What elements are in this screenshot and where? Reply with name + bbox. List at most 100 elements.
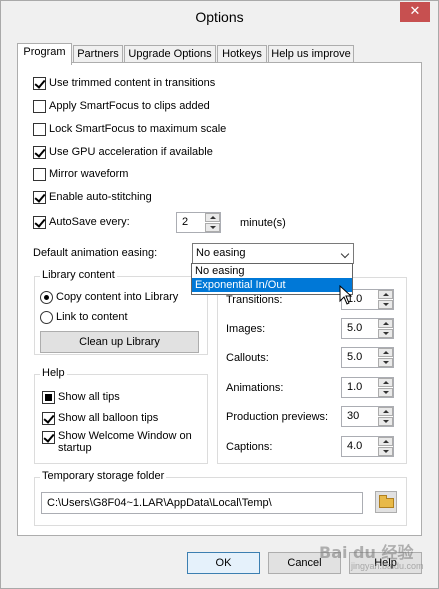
duration-stepper-buttons bbox=[378, 378, 393, 397]
close-button[interactable]: ✕ bbox=[400, 2, 430, 22]
lock-smartfocus-option[interactable]: Lock SmartFocus to maximum scale bbox=[33, 121, 226, 137]
lock-smartfocus-label: Lock SmartFocus to maximum scale bbox=[49, 123, 227, 135]
mirror-waveform-checkbox[interactable] bbox=[33, 167, 46, 181]
down-arrow-icon[interactable] bbox=[378, 300, 393, 309]
show-all-tips-checkbox[interactable] bbox=[42, 390, 55, 404]
lock-smartfocus-checkbox[interactable] bbox=[33, 122, 46, 136]
auto-stitching-checkbox[interactable] bbox=[33, 190, 46, 204]
show-balloon-tips-label: Show all balloon tips bbox=[58, 412, 159, 424]
duration-stepper-buttons bbox=[378, 319, 393, 338]
show-welcome-label-line2: startup bbox=[58, 442, 92, 454]
easing-select[interactable]: No easing bbox=[192, 243, 354, 264]
up-arrow-icon[interactable] bbox=[378, 290, 393, 299]
autosave-down-arrow-icon[interactable] bbox=[205, 223, 220, 232]
clean-up-library-button[interactable]: Clean up Library bbox=[40, 331, 199, 353]
link-content-option[interactable]: Link to content bbox=[40, 309, 128, 325]
use-trimmed-label: Use trimmed content in transitions bbox=[49, 77, 216, 89]
copy-content-option[interactable]: Copy content into Library bbox=[40, 289, 178, 305]
duration-stepper-callouts[interactable]: 5.0 bbox=[341, 347, 394, 368]
duration-stepper-captions[interactable]: 4.0 bbox=[341, 436, 394, 457]
show-all-tips-option[interactable]: Show all tips bbox=[42, 389, 120, 405]
link-content-radio[interactable] bbox=[40, 310, 53, 324]
autosave-stepper[interactable]: 2 bbox=[176, 212, 221, 233]
program-tab-panel: Use trimmed content in transitions Apply… bbox=[17, 62, 422, 536]
help-group: Help Show all tips Show all balloon tips… bbox=[34, 367, 208, 464]
duration-value-production-previews: 30 bbox=[347, 410, 360, 422]
up-arrow-icon[interactable] bbox=[378, 378, 393, 387]
auto-stitching-option[interactable]: Enable auto-stitching bbox=[33, 189, 152, 205]
gpu-label: Use GPU acceleration if available bbox=[49, 146, 213, 158]
help-group-title: Help bbox=[40, 367, 67, 379]
easing-label: Default animation easing: bbox=[33, 247, 158, 259]
duration-label-captions: Captions: bbox=[226, 441, 273, 453]
down-arrow-icon[interactable] bbox=[378, 329, 393, 338]
autosave-checkbox[interactable] bbox=[33, 215, 46, 229]
autosave-unit: minute(s) bbox=[240, 217, 286, 229]
show-welcome-label-line1: Show Welcome Window on bbox=[58, 430, 192, 442]
watermark-url: jingyan.baidu.com bbox=[351, 561, 424, 571]
link-content-label: Link to content bbox=[56, 311, 128, 323]
easing-dropdown-list: No easing Exponential In/Out bbox=[191, 263, 353, 295]
down-arrow-icon[interactable] bbox=[378, 447, 393, 456]
up-arrow-icon[interactable] bbox=[378, 437, 393, 446]
duration-stepper-buttons bbox=[378, 437, 393, 456]
chevron-down-icon bbox=[340, 249, 350, 259]
autosave-option[interactable]: AutoSave every: bbox=[33, 214, 130, 230]
down-arrow-icon[interactable] bbox=[378, 358, 393, 367]
duration-stepper-buttons bbox=[378, 348, 393, 367]
temp-folder-path-input[interactable]: C:\Users\G8F04~1.LAR\AppData\Local\Temp\ bbox=[41, 492, 363, 514]
show-welcome-option[interactable]: Show Welcome Window on startup bbox=[42, 430, 192, 458]
autosave-stepper-buttons bbox=[205, 213, 220, 232]
duration-label-transitions: Transitions: bbox=[226, 294, 283, 306]
temp-storage-title: Temporary storage folder bbox=[40, 470, 167, 482]
easing-option-no-easing[interactable]: No easing bbox=[192, 264, 352, 278]
down-arrow-icon[interactable] bbox=[378, 417, 393, 426]
duration-label-callouts: Callouts: bbox=[226, 352, 269, 364]
show-all-tips-label: Show all tips bbox=[58, 391, 120, 403]
easing-selected-value: No easing bbox=[196, 247, 246, 259]
up-arrow-icon[interactable] bbox=[378, 407, 393, 416]
duration-stepper-animations[interactable]: 1.0 bbox=[341, 377, 394, 398]
copy-content-radio[interactable] bbox=[40, 290, 53, 304]
duration-value-captions: 4.0 bbox=[347, 440, 363, 452]
durations-group: Transitions: 1.0 Images: 5.0 Callouts: 5… bbox=[217, 277, 407, 464]
show-welcome-checkbox[interactable] bbox=[42, 431, 55, 444]
gpu-checkbox[interactable] bbox=[33, 145, 46, 159]
autosave-up-arrow-icon[interactable] bbox=[205, 213, 220, 222]
duration-stepper-production-previews[interactable]: 30 bbox=[341, 406, 394, 427]
title-bar: Options ✕ bbox=[1, 1, 438, 31]
easing-option-exponential[interactable]: Exponential In/Out bbox=[192, 278, 352, 292]
up-arrow-icon[interactable] bbox=[378, 319, 393, 328]
apply-smartfocus-option[interactable]: Apply SmartFocus to clips added bbox=[33, 98, 210, 114]
show-balloon-tips-option[interactable]: Show all balloon tips bbox=[42, 410, 158, 426]
tab-program[interactable]: Program bbox=[17, 43, 72, 65]
autosave-value: 2 bbox=[182, 216, 189, 228]
apply-smartfocus-checkbox[interactable] bbox=[33, 99, 46, 113]
show-welcome-label: Show Welcome Window on startup bbox=[58, 430, 192, 454]
library-group-title: Library content bbox=[40, 269, 117, 281]
apply-smartfocus-label: Apply SmartFocus to clips added bbox=[49, 100, 210, 112]
up-arrow-icon[interactable] bbox=[378, 348, 393, 357]
mirror-waveform-option[interactable]: Mirror waveform bbox=[33, 166, 128, 182]
duration-label-animations: Animations: bbox=[226, 382, 284, 394]
ok-button[interactable]: OK bbox=[187, 552, 260, 574]
window-title: Options bbox=[195, 9, 244, 25]
down-arrow-icon[interactable] bbox=[378, 388, 393, 397]
use-trimmed-option[interactable]: Use trimmed content in transitions bbox=[33, 75, 215, 91]
duration-value-animations: 1.0 bbox=[347, 381, 363, 393]
temp-folder-path-value: C:\Users\G8F04~1.LAR\AppData\Local\Temp\ bbox=[47, 497, 272, 509]
use-trimmed-checkbox[interactable] bbox=[33, 76, 46, 90]
auto-stitching-label: Enable auto-stitching bbox=[49, 191, 152, 203]
duration-stepper-buttons bbox=[378, 407, 393, 426]
gpu-option[interactable]: Use GPU acceleration if available bbox=[33, 144, 213, 160]
browse-folder-button[interactable] bbox=[375, 491, 397, 513]
show-balloon-tips-checkbox[interactable] bbox=[42, 411, 55, 425]
duration-stepper-images[interactable]: 5.0 bbox=[341, 318, 394, 339]
duration-label-images: Images: bbox=[226, 323, 266, 335]
library-content-group: Library content Copy content into Librar… bbox=[34, 269, 208, 355]
temp-storage-group: Temporary storage folder C:\Users\G8F04~… bbox=[34, 470, 407, 526]
duration-label-production-previews: Production previews: bbox=[226, 411, 329, 423]
duration-value-images: 5.0 bbox=[347, 322, 363, 334]
mouse-cursor-icon bbox=[339, 285, 353, 305]
options-dialog: Options ✕ Program Partners Upgrade Optio… bbox=[0, 0, 439, 589]
